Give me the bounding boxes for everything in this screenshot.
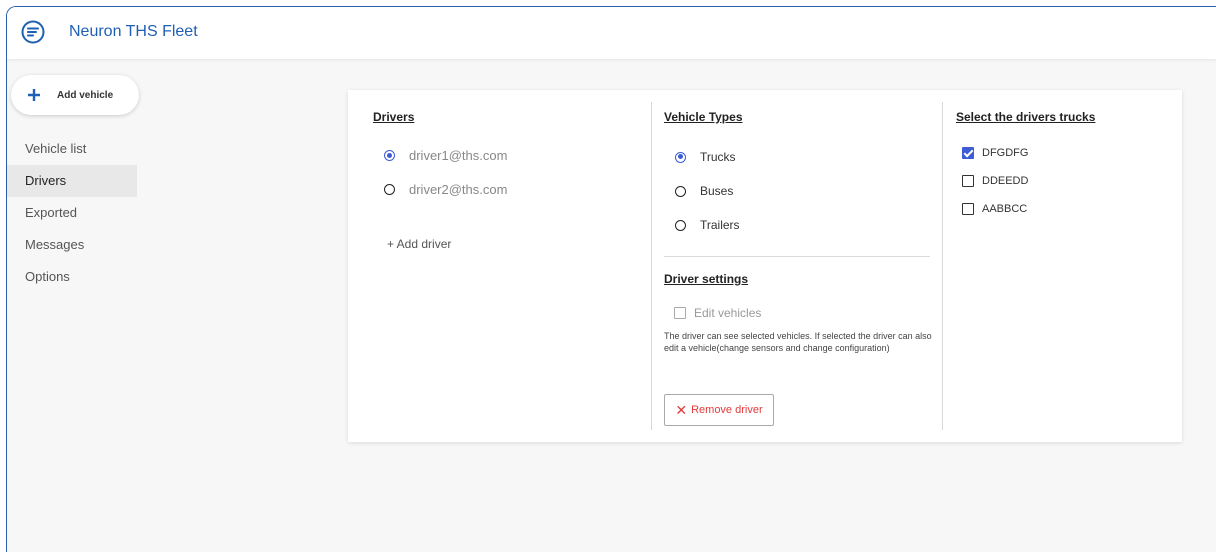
sidebar-item-messages[interactable]: Messages — [7, 229, 137, 261]
truck-label: DDEEDD — [982, 175, 1029, 187]
driver-email: driver1@ths.com — [409, 148, 508, 163]
truck-checkbox[interactable] — [962, 175, 974, 187]
truck-item[interactable]: AABBCC — [962, 203, 1027, 215]
edit-vehicles-checkbox-row[interactable]: Edit vehicles — [674, 306, 761, 320]
sidebar-item-drivers[interactable]: Drivers — [7, 165, 137, 197]
vehicle-type-label: Trucks — [700, 150, 736, 164]
vehicle-type-trailers[interactable]: Trailers — [675, 218, 740, 232]
menu-lines-icon[interactable] — [21, 20, 45, 44]
driver-card: Drivers driver1@ths.com driver2@ths.com … — [348, 90, 1182, 442]
app-title: Neuron THS Fleet — [69, 23, 198, 40]
vehicle-type-trucks[interactable]: Trucks — [675, 150, 736, 164]
top-bar: Neuron THS Fleet — [7, 7, 1216, 59]
drivers-title: Drivers — [373, 110, 415, 124]
vehicle-type-buses[interactable]: Buses — [675, 184, 733, 198]
truck-item[interactable]: DDEEDD — [962, 175, 1028, 187]
truck-label: AABBCC — [982, 203, 1028, 215]
driver-option-2[interactable]: driver2@ths.com — [384, 182, 507, 197]
vehicle-type-label: Trailers — [700, 218, 740, 232]
column-divider — [942, 102, 943, 430]
add-vehicle-button[interactable]: Add vehicle — [11, 75, 139, 115]
close-icon: ✕ — [675, 401, 688, 418]
add-driver-link[interactable]: + Add driver — [387, 237, 451, 251]
truck-checkbox-checked[interactable] — [962, 147, 974, 159]
vehicle-types-title: Vehicle Types — [664, 110, 743, 124]
remove-driver-label: Remove driver — [691, 404, 763, 416]
driver-settings-title: Driver settings — [664, 272, 749, 286]
remove-driver-button[interactable]: ✕ Remove driver — [664, 394, 774, 426]
sidebar-item-vehicle-list[interactable]: Vehicle list — [7, 133, 137, 165]
radio-selected[interactable] — [384, 150, 395, 161]
sidebar-item-options[interactable]: Options — [7, 261, 137, 293]
add-vehicle-label: Add vehicle — [57, 89, 114, 101]
truck-item[interactable]: DFGDFG — [962, 147, 1028, 159]
radio-selected[interactable] — [675, 151, 686, 163]
plus-icon — [28, 89, 40, 101]
driver-option-1[interactable]: driver1@ths.com — [384, 148, 507, 163]
driver-settings-description: The driver can see selected vehicles. If… — [664, 331, 932, 353]
column-divider — [651, 102, 652, 430]
app-window: Neuron THS Fleet Add vehicle Vehicle lis… — [6, 6, 1216, 552]
edit-vehicles-checkbox[interactable] — [674, 307, 686, 319]
radio-unselected[interactable] — [675, 185, 686, 197]
edit-vehicles-label: Edit vehicles — [694, 306, 762, 320]
truck-checkbox[interactable] — [962, 203, 974, 215]
sidebar-item-exported[interactable]: Exported — [7, 197, 137, 229]
trucks-title: Select the drivers trucks — [956, 110, 1096, 124]
sidebar-nav: Vehicle list Drivers Exported Messages O… — [7, 133, 137, 293]
truck-label: DFGDFG — [982, 147, 1029, 159]
section-divider — [664, 256, 930, 257]
vehicle-type-label: Buses — [700, 184, 734, 198]
driver-email: driver2@ths.com — [409, 182, 508, 197]
radio-unselected[interactable] — [384, 184, 395, 195]
radio-unselected[interactable] — [675, 219, 686, 231]
